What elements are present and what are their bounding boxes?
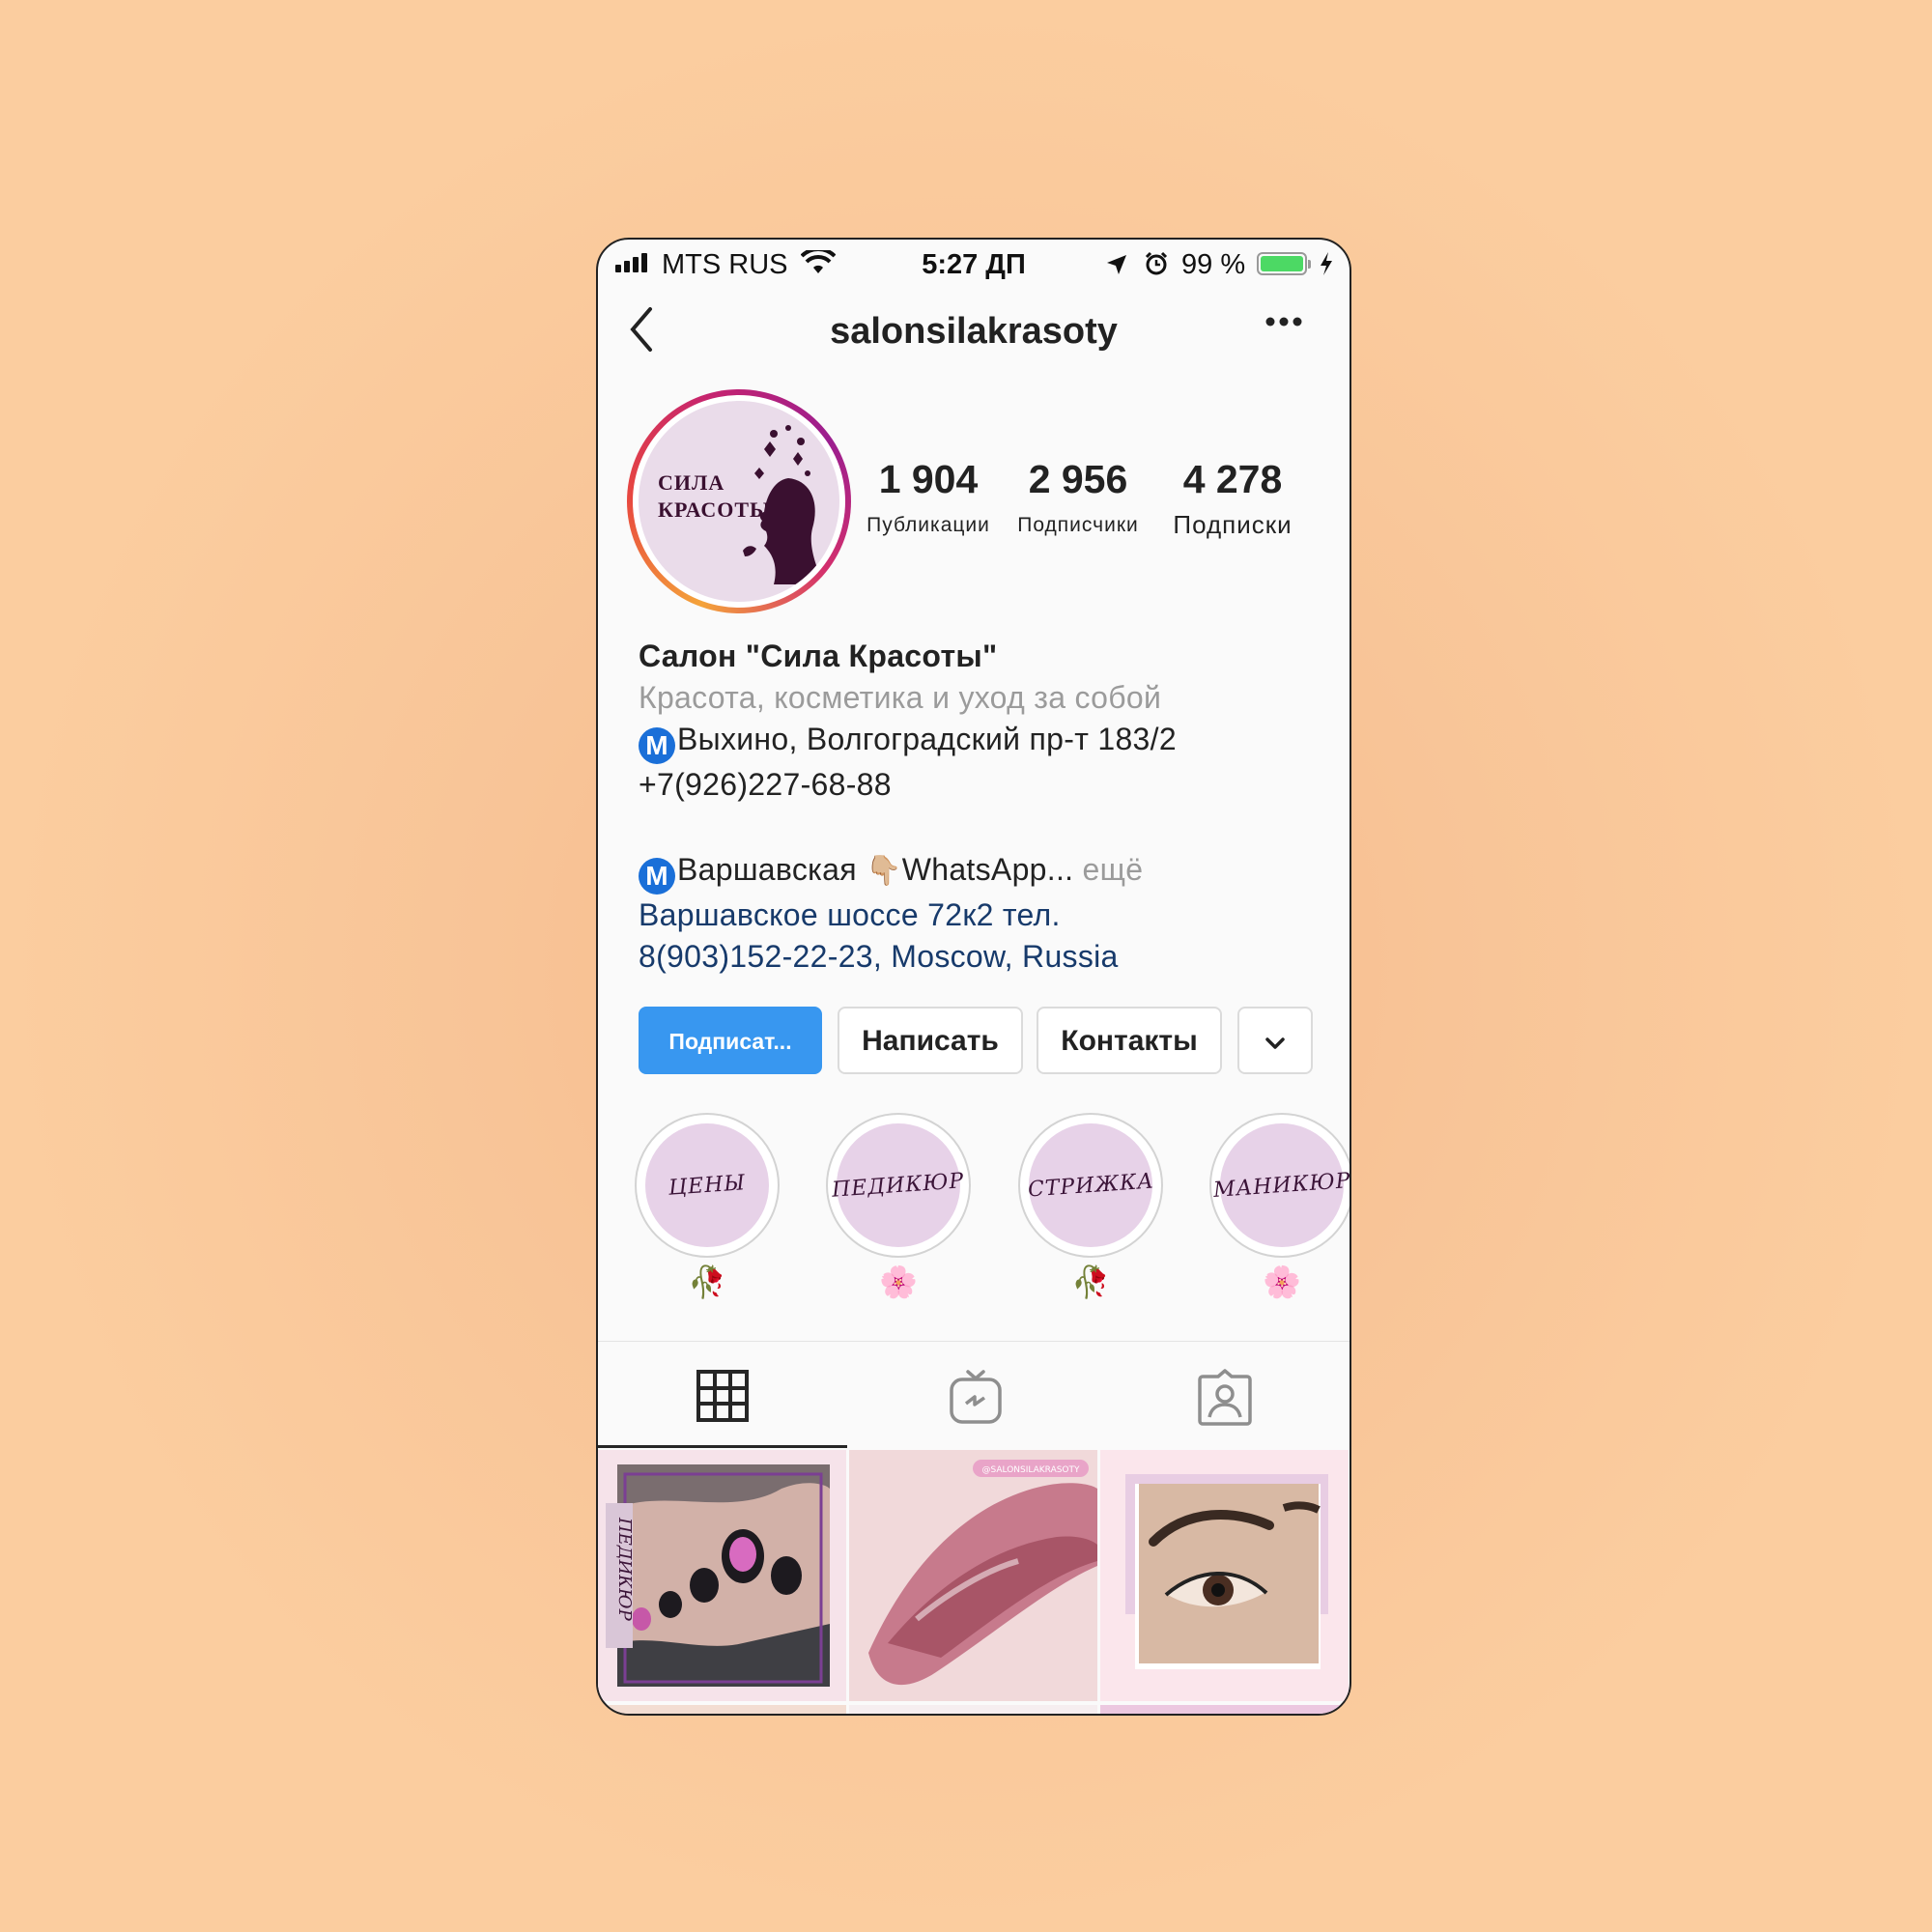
- post-lips[interactable]: @SALONSILAKRASOTY: [849, 1450, 1097, 1701]
- battery-percent: 99 %: [1181, 249, 1246, 280]
- tab-grid[interactable]: [598, 1342, 847, 1448]
- profile-bio: Салон "Сила Красоты" Красота, косметика …: [639, 636, 1324, 978]
- charging-bolt-icon: [1319, 251, 1334, 284]
- status-bar: MTS RUS 5:27 ДП 99 %: [598, 240, 1350, 288]
- bio-phone[interactable]: +7(926)227-68-88: [639, 764, 1324, 806]
- highlight-haircut[interactable]: СТРИЖКА 🥀: [1015, 1113, 1166, 1300]
- avatar-story-ring[interactable]: СИЛА КРАСОТЫ: [627, 389, 851, 613]
- suggested-dropdown-button[interactable]: [1237, 1007, 1313, 1074]
- bio-address-1: Выхино, Волгоградский пр-т 183/2: [677, 722, 1177, 756]
- battery-icon: [1257, 252, 1307, 275]
- username-title: salonsilakrasoty: [830, 311, 1118, 352]
- following-count[interactable]: 4 278 Подписки: [1160, 457, 1305, 540]
- highlight-cover: МАНИКЮР: [1212, 1123, 1350, 1247]
- bio-address-2: Варшавская: [677, 852, 857, 887]
- followers-count-label: Подписчики: [1017, 514, 1139, 536]
- bio-second-address-line: M Варшавская 👇🏼WhatsApp... ещё: [639, 849, 1324, 895]
- battery-cap: [1308, 260, 1311, 269]
- highlight-cover: ПЕДИКЮР: [832, 1123, 965, 1247]
- highlight-pedicure[interactable]: ПЕДИКЮР 🌸: [823, 1113, 974, 1300]
- lips-photo: @SALONSILAKRASOTY: [849, 1450, 1097, 1701]
- highlight-cover-text: МАНИКЮР: [1211, 1168, 1351, 1203]
- tab-igtv[interactable]: [851, 1342, 1100, 1448]
- highlight-cover-text: ЦЕНЫ: [668, 1170, 747, 1201]
- post-eyebrows[interactable]: [1100, 1450, 1349, 1701]
- following-count-value: 4 278: [1182, 457, 1283, 501]
- highlight-prices[interactable]: ЦЕНЫ 🥀: [632, 1113, 782, 1300]
- bio-address-line: M Выхино, Волгоградский пр-т 183/2: [639, 719, 1324, 764]
- eyebrows-photo: [1100, 1450, 1349, 1701]
- post-overlay-text: @SALONSILAKRASOTY: [981, 1465, 1080, 1475]
- highlight-manicure[interactable]: МАНИКЮР 🌸: [1207, 1113, 1350, 1300]
- profile-tab-bar: [598, 1341, 1350, 1450]
- pointing-down-hand-icon: 👇🏼: [866, 855, 902, 887]
- profile-category: Красота, косметика и уход за собой: [639, 680, 1162, 715]
- tab-tagged[interactable]: [1100, 1342, 1350, 1448]
- posts-count-label: Публикации: [867, 514, 990, 536]
- highlight-cover-text: СТРИЖКА: [1026, 1168, 1155, 1203]
- posts-count-value: 1 904: [878, 457, 979, 501]
- metro-icon: M: [639, 858, 675, 895]
- highlight-label: 🌸: [879, 1264, 918, 1299]
- post-grid: ПЕДИКЮР @SALONSILAKRASOTY: [598, 1450, 1350, 1714]
- follow-button[interactable]: Подписат...: [639, 1007, 822, 1074]
- pedicure-photo: ПЕДИКЮР: [598, 1450, 846, 1701]
- location-arrow-icon: [1105, 252, 1128, 284]
- avatar: СИЛА КРАСОТЫ: [639, 401, 839, 602]
- post-pedicure[interactable]: ПЕДИКЮР: [598, 1450, 846, 1701]
- alarm-icon: [1144, 251, 1169, 284]
- profile-name: Салон "Сила Красоты": [639, 639, 998, 673]
- next-row-post: [598, 1705, 846, 1714]
- tagged-person-icon: [1198, 1369, 1252, 1426]
- highlight-label: 🌸: [1263, 1264, 1301, 1299]
- location-link-line1[interactable]: Варшавское шоссе 72к2 тел.: [639, 895, 1324, 936]
- followers-count-value: 2 956: [1028, 457, 1128, 501]
- metro-icon: M: [639, 727, 675, 764]
- profile-header: salonsilakrasoty: [598, 298, 1350, 365]
- followers-count[interactable]: 2 956 Подписчики: [1006, 457, 1151, 537]
- more-options-icon[interactable]: [1264, 315, 1303, 332]
- grid-icon: [696, 1370, 749, 1422]
- bio-more-link[interactable]: ещё: [1083, 852, 1144, 887]
- highlight-cover: ЦЕНЫ: [645, 1123, 769, 1247]
- chevron-down-icon: [1265, 1037, 1285, 1049]
- bio-whatsapp: WhatsApp...: [901, 852, 1074, 887]
- message-button[interactable]: Написать: [838, 1007, 1023, 1074]
- following-count-label: Подписки: [1173, 510, 1293, 539]
- highlight-label: 🥀: [688, 1264, 726, 1299]
- phone-frame: MTS RUS 5:27 ДП 99 % salonsilakrasoty СИ…: [596, 238, 1351, 1716]
- posts-count[interactable]: 1 904 Публикации: [861, 457, 996, 537]
- location-link-line2[interactable]: 8(903)152-22-23, Moscow, Russia: [639, 936, 1324, 978]
- post-overlay-text: ПЕДИКЮР: [614, 1517, 635, 1622]
- highlight-label: 🥀: [1071, 1264, 1110, 1299]
- contacts-button[interactable]: Контакты: [1037, 1007, 1222, 1074]
- next-row-post: [849, 1705, 1097, 1714]
- logo-text-line1: СИЛА: [658, 470, 725, 495]
- woman-silhouette-icon: [743, 425, 824, 584]
- igtv-icon: [950, 1370, 1002, 1424]
- next-row-post: [1100, 1705, 1349, 1714]
- highlight-cover: СТРИЖКА: [1026, 1123, 1155, 1247]
- highlight-cover-text: ПЕДИКЮР: [831, 1168, 966, 1203]
